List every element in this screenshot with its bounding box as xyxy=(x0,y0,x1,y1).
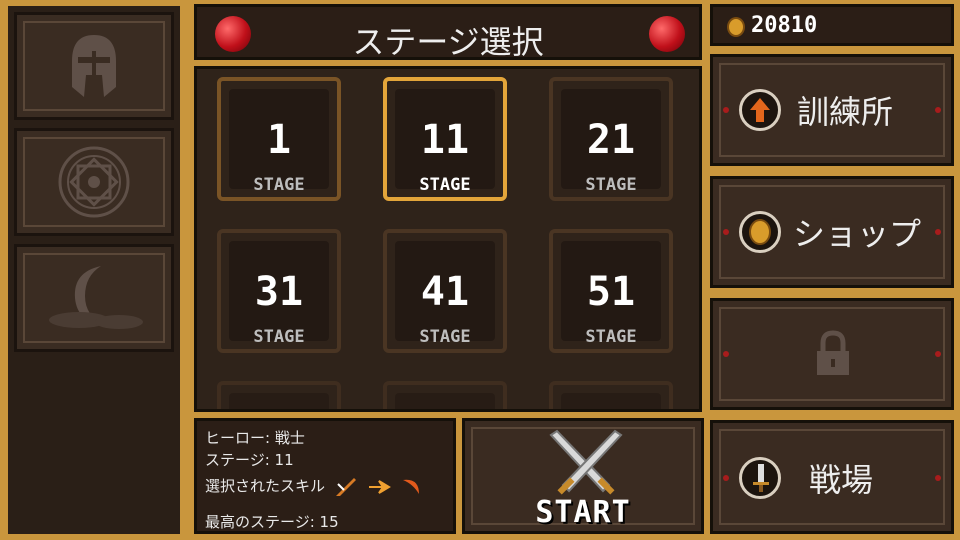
magic-slot-button[interactable] xyxy=(14,128,174,236)
stage-number: 21 xyxy=(586,117,636,163)
stage-number: 41 xyxy=(420,269,470,315)
stage-grid: 1 STAGE 11 STAGE 21 STAGE 31 STAGE 41 ST… xyxy=(194,66,702,412)
stage-number: 11 xyxy=(420,117,470,163)
shop-label: ショップ xyxy=(793,215,922,253)
stage-button-31[interactable]: 31 STAGE xyxy=(217,229,341,353)
arena-button[interactable]: 戦場 xyxy=(710,420,954,534)
hero-slot-button[interactable] xyxy=(14,12,174,120)
locked-button[interactable] xyxy=(710,298,954,410)
stage-label: STAGE xyxy=(585,327,637,347)
helmet-icon xyxy=(72,35,116,97)
stage-button-11[interactable]: 11 STAGE xyxy=(383,77,507,201)
hero-info: ヒーロー: 戦士 xyxy=(205,429,305,447)
stage-button-partial[interactable] xyxy=(383,381,507,409)
info-panel: ヒーロー: 戦士 ステージ: 11 選択されたスキル 最高のステージ: 15 xyxy=(194,418,456,534)
crescent-skill-icon xyxy=(403,479,420,494)
crossed-swords-icon xyxy=(549,429,623,495)
skills-label: 選択されたスキル xyxy=(205,477,326,495)
stage-label: STAGE xyxy=(419,327,471,347)
moon-slot-button[interactable] xyxy=(14,244,174,352)
stage-button-41[interactable]: 41 STAGE xyxy=(383,229,507,353)
lock-icon xyxy=(817,330,849,375)
upgrade-arrow-icon xyxy=(739,89,781,131)
page-title: ステージ選択 xyxy=(352,23,544,61)
gold-counter: 20810 xyxy=(710,4,954,46)
moon-cloud-icon xyxy=(49,266,143,329)
stage-label: STAGE xyxy=(585,175,637,195)
arena-label: 戦場 xyxy=(809,461,874,499)
arrow-skill-icon xyxy=(368,479,391,494)
stage-button-51[interactable]: 51 STAGE xyxy=(549,229,673,353)
title-bar: ステージ選択 xyxy=(194,4,702,61)
coin-icon xyxy=(739,211,781,253)
magic-circle-icon xyxy=(58,146,130,218)
sword-icon xyxy=(739,457,781,499)
stage-label: STAGE xyxy=(253,175,305,195)
slash-skill-icon xyxy=(335,477,356,496)
best-stage-info: 最高のステージ: 15 xyxy=(205,513,339,531)
stage-button-1[interactable]: 1 STAGE xyxy=(217,77,341,201)
stage-button-21[interactable]: 21 STAGE xyxy=(549,77,673,201)
shop-button[interactable]: ショップ xyxy=(710,176,954,288)
gold-amount: 20810 xyxy=(751,13,818,38)
stage-number: 31 xyxy=(254,269,304,315)
stage-label: STAGE xyxy=(419,175,471,195)
red-gem-icon xyxy=(649,16,685,52)
stage-info: ステージ: 11 xyxy=(205,451,294,469)
training-label: 訓練所 xyxy=(797,93,894,131)
gold-coin-icon xyxy=(727,17,745,37)
stage-number: 1 xyxy=(266,117,292,163)
start-button[interactable]: START xyxy=(462,418,704,534)
stage-number: 51 xyxy=(586,269,636,315)
stage-button-partial[interactable] xyxy=(549,381,673,409)
training-button[interactable]: 訓練所 xyxy=(710,54,954,166)
start-label: START xyxy=(535,495,631,530)
left-menu xyxy=(8,6,180,534)
stage-button-partial[interactable] xyxy=(217,381,341,409)
stage-label: STAGE xyxy=(253,327,305,347)
